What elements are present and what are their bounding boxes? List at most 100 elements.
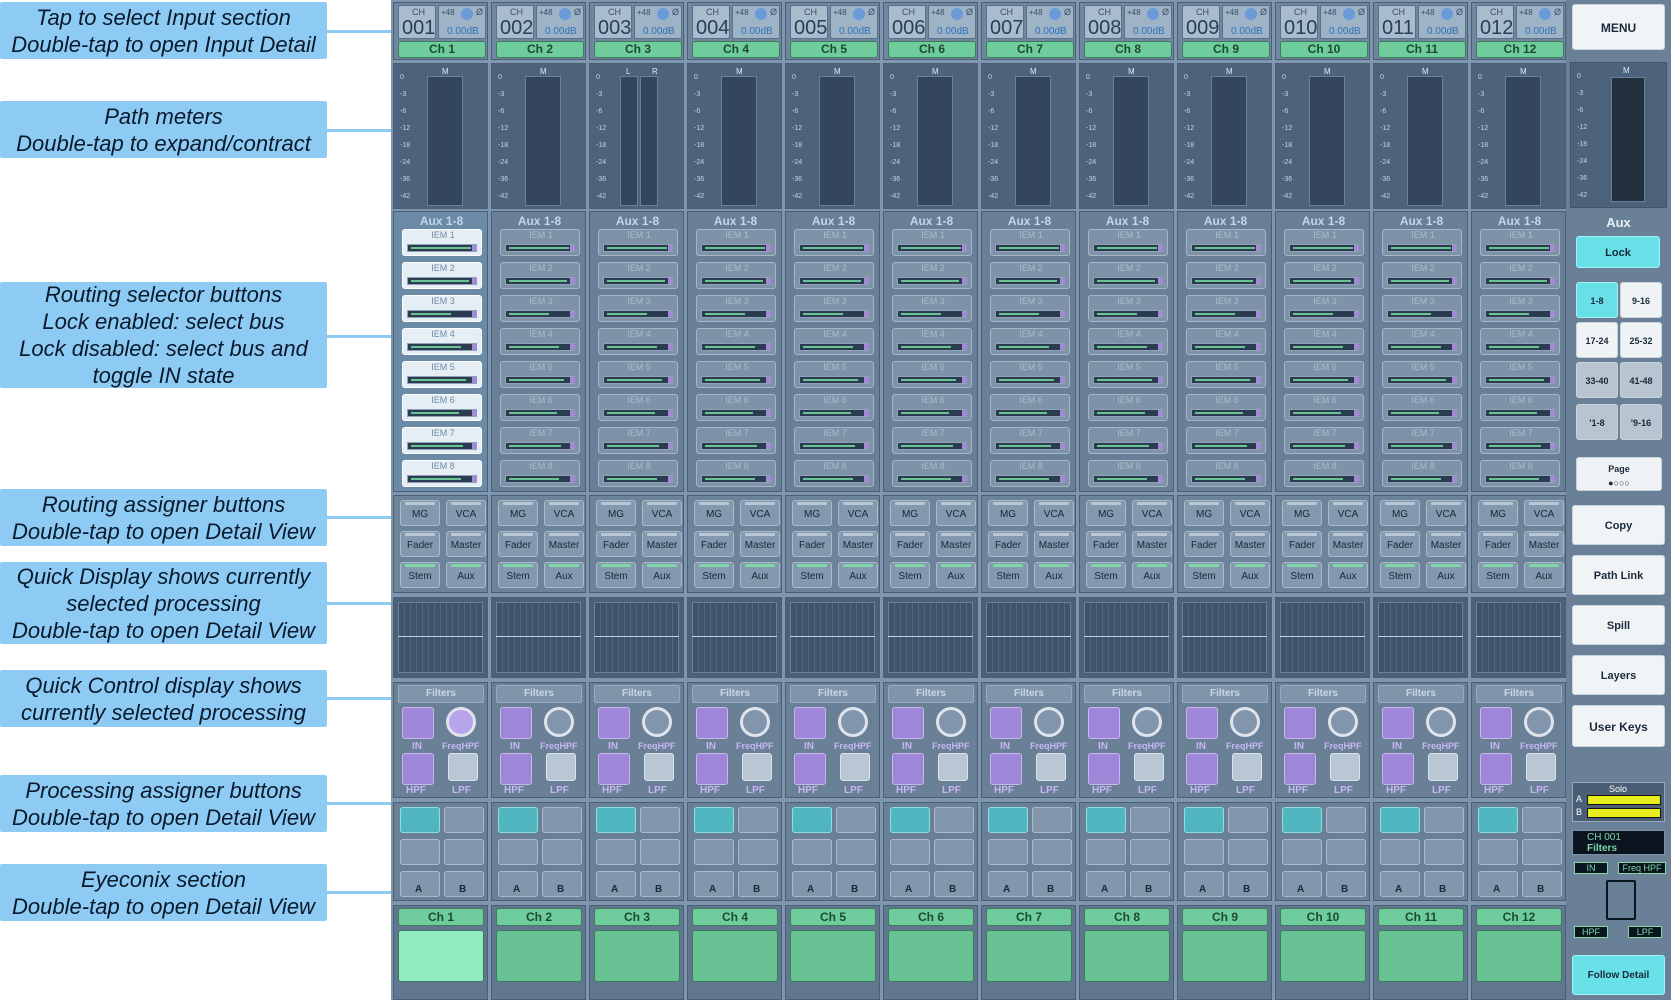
eyeconix-display[interactable]	[496, 930, 582, 982]
routing-button-iem-5[interactable]: IEM 5	[990, 361, 1070, 388]
path-meter[interactable]: 0 -3 -6 -12 -18 -24 -36 -42 M	[687, 63, 782, 209]
fader-button[interactable]: Fader	[1380, 531, 1420, 557]
freq-hpf-knob[interactable]	[1524, 707, 1554, 737]
freq-hpf-knob[interactable]	[1034, 707, 1064, 737]
quick-display[interactable]	[589, 597, 684, 678]
fader-button[interactable]: Fader	[694, 531, 734, 557]
aux-button[interactable]: Aux	[446, 562, 486, 588]
aux-button[interactable]: Aux	[1426, 562, 1466, 588]
routing-button-iem-7[interactable]: IEM 7	[500, 427, 580, 454]
lpf-pad[interactable]	[938, 753, 968, 781]
eyeconix-section[interactable]: Ch 6	[883, 905, 978, 1000]
bank-button-7[interactable]: '1-8	[1576, 404, 1618, 440]
hpf-curve-button[interactable]	[1522, 807, 1562, 833]
filters-title[interactable]: Filters	[1182, 685, 1268, 703]
freq-hpf-knob[interactable]	[446, 707, 476, 737]
hpf-pad[interactable]	[500, 753, 532, 785]
in-pad[interactable]	[696, 707, 728, 739]
hpf-pad[interactable]	[696, 753, 728, 785]
channel-name-button[interactable]: Ch 5	[790, 41, 878, 58]
eyeconix-display[interactable]	[1280, 930, 1366, 982]
dynamics-button[interactable]	[1522, 839, 1562, 865]
routing-button-iem-7[interactable]: IEM 7	[696, 427, 776, 454]
b-button[interactable]: B	[444, 871, 484, 897]
vca-button[interactable]: VCA	[1230, 500, 1270, 526]
channel-number-box[interactable]: CH 010	[1280, 5, 1318, 39]
routing-button-iem-3[interactable]: IEM 3	[1284, 295, 1364, 322]
routing-button-iem-5[interactable]: IEM 5	[500, 361, 580, 388]
input-section[interactable]: CH 005 +48 Ø 0.00dB Ch 5	[785, 2, 880, 60]
routing-button-iem-6[interactable]: IEM 6	[598, 394, 678, 421]
filter-button[interactable]	[988, 807, 1028, 833]
routing-button-iem-5[interactable]: IEM 5	[1284, 361, 1364, 388]
quick-display[interactable]	[1079, 597, 1174, 678]
eyeconix-section[interactable]: Ch 5	[785, 905, 880, 1000]
path-meter[interactable]: 0 -3 -6 -12 -18 -24 -36 -42 L R	[589, 63, 684, 209]
bank-button-2[interactable]: 9-16	[1620, 282, 1662, 318]
routing-button-iem-3[interactable]: IEM 3	[1088, 295, 1168, 322]
routing-button-iem-5[interactable]: IEM 5	[1480, 361, 1560, 388]
routing-button-iem-6[interactable]: IEM 6	[1186, 394, 1266, 421]
input-section[interactable]: CH 012 +48 Ø 0.00dB Ch 12	[1471, 2, 1566, 60]
a-button[interactable]: A	[890, 871, 930, 897]
in-pad[interactable]	[1480, 707, 1512, 739]
eq-button[interactable]	[988, 839, 1028, 865]
master-button[interactable]: Master	[642, 531, 682, 557]
freq-hpf-knob[interactable]	[642, 707, 672, 737]
mg-button[interactable]: MG	[1184, 500, 1224, 526]
eq-button[interactable]	[498, 839, 538, 865]
routing-button-iem-8[interactable]: IEM 8	[892, 460, 972, 487]
routing-button-iem-6[interactable]: IEM 6	[1382, 394, 1462, 421]
eyeconix-display[interactable]	[1084, 930, 1170, 982]
lpf-pad[interactable]	[1330, 753, 1360, 781]
quick-display[interactable]	[1177, 597, 1272, 678]
stem-button[interactable]: Stem	[1282, 562, 1322, 588]
routing-button-iem-8[interactable]: IEM 8	[1284, 460, 1364, 487]
filter-button[interactable]	[400, 807, 440, 833]
routing-button-iem-4[interactable]: IEM 4	[1088, 328, 1168, 355]
routing-button-iem-7[interactable]: IEM 7	[402, 427, 482, 454]
freq-hpf-knob[interactable]	[936, 707, 966, 737]
path-meter[interactable]: 0 -3 -6 -12 -18 -24 -36 -42 M	[785, 63, 880, 209]
routing-button-iem-8[interactable]: IEM 8	[402, 460, 482, 487]
b-button[interactable]: B	[1522, 871, 1562, 897]
aux-button[interactable]: Aux	[642, 562, 682, 588]
eyeconix-section[interactable]: Ch 11	[1373, 905, 1468, 1000]
fader-button[interactable]: Fader	[1478, 531, 1518, 557]
routing-button-iem-5[interactable]: IEM 5	[1088, 361, 1168, 388]
path-meter[interactable]: 0 -3 -6 -12 -18 -24 -36 -42 M	[393, 63, 488, 209]
routing-button-iem-5[interactable]: IEM 5	[892, 361, 972, 388]
mg-button[interactable]: MG	[792, 500, 832, 526]
filter-button[interactable]	[890, 807, 930, 833]
in-pad[interactable]	[990, 707, 1022, 739]
input-settings[interactable]: +48 Ø 0.00dB	[536, 5, 584, 39]
lpf-pad[interactable]	[546, 753, 576, 781]
master-button[interactable]: Master	[1524, 531, 1564, 557]
filters-title[interactable]: Filters	[986, 685, 1072, 703]
input-settings[interactable]: +48 Ø 0.00dB	[1320, 5, 1368, 39]
in-pad[interactable]	[794, 707, 826, 739]
a-button[interactable]: A	[1380, 871, 1420, 897]
hpf-curve-button[interactable]	[934, 807, 974, 833]
routing-button-iem-2[interactable]: IEM 2	[1284, 262, 1364, 289]
b-button[interactable]: B	[934, 871, 974, 897]
eyeconix-section[interactable]: Ch 8	[1079, 905, 1174, 1000]
quick-display[interactable]	[687, 597, 782, 678]
fader-button[interactable]: Fader	[792, 531, 832, 557]
quick-display[interactable]	[491, 597, 586, 678]
path-meter[interactable]: 0 -3 -6 -12 -18 -24 -36 -42 M	[883, 63, 978, 209]
aux-button[interactable]: Aux	[740, 562, 780, 588]
vca-button[interactable]: VCA	[838, 500, 878, 526]
channel-name-button[interactable]: Ch 11	[1378, 41, 1466, 58]
fader-button[interactable]: Fader	[498, 531, 538, 557]
stem-button[interactable]: Stem	[498, 562, 538, 588]
path-meter[interactable]: 0 -3 -6 -12 -18 -24 -36 -42 M	[1079, 63, 1174, 209]
b-button[interactable]: B	[542, 871, 582, 897]
dynamics-button[interactable]	[1130, 839, 1170, 865]
in-pad[interactable]	[598, 707, 630, 739]
routing-button-iem-3[interactable]: IEM 3	[1382, 295, 1462, 322]
filter-button[interactable]	[1086, 807, 1126, 833]
routing-button-iem-8[interactable]: IEM 8	[598, 460, 678, 487]
aux-button[interactable]: Aux	[1230, 562, 1270, 588]
routing-button-iem-6[interactable]: IEM 6	[1480, 394, 1560, 421]
